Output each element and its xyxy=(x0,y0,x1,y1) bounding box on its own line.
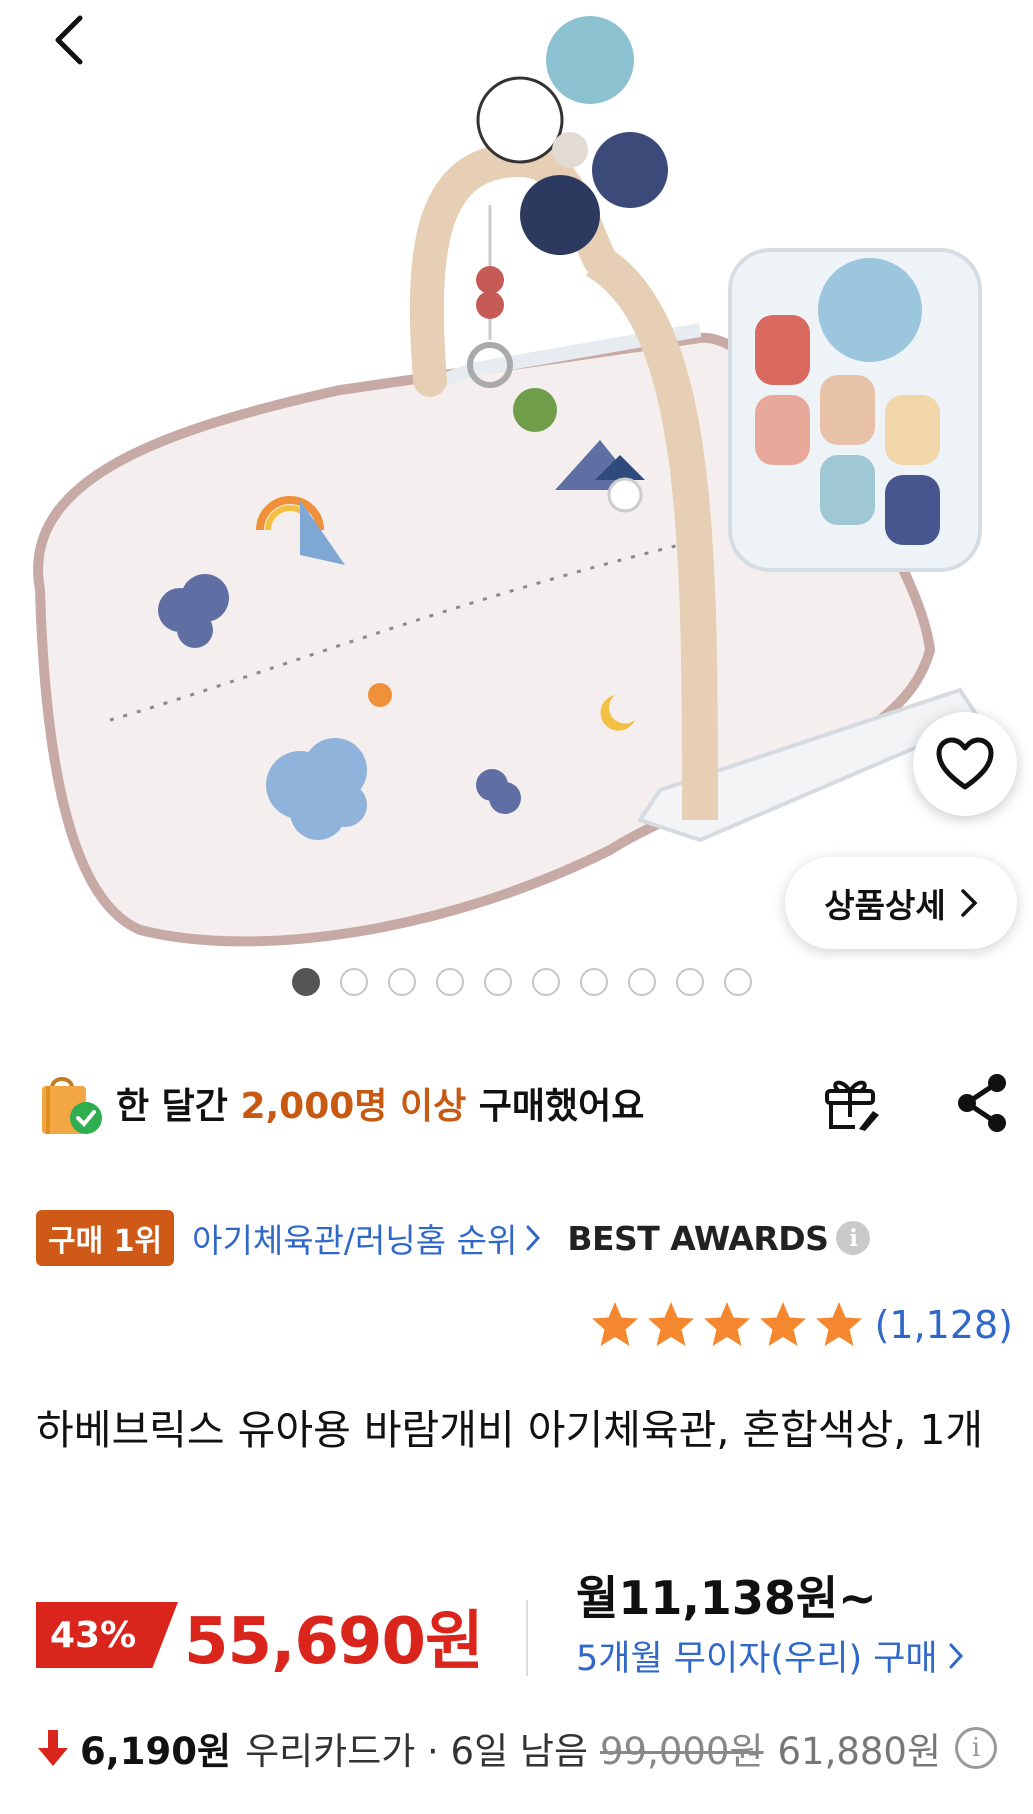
back-icon xyxy=(55,15,83,65)
gallery-dot[interactable] xyxy=(675,968,704,996)
rating-row[interactable]: (1,128) xyxy=(589,1297,1013,1353)
gallery-dot[interactable] xyxy=(723,968,752,996)
purchase-stat-highlight: 2,000명 이상 xyxy=(240,1086,467,1127)
gallery-dot[interactable] xyxy=(579,968,608,996)
gift-button[interactable] xyxy=(816,1068,886,1138)
chevron-right-icon xyxy=(526,1225,541,1251)
installment-label: 5개월 무이자(우리) 구매 xyxy=(576,1639,938,1679)
chevron-right-icon xyxy=(949,1643,963,1668)
rank-badge: 구매 1위 xyxy=(36,1210,175,1266)
chevron-right-icon xyxy=(960,889,978,917)
discount-badge: 43% xyxy=(36,1602,178,1668)
info-icon: i xyxy=(836,1221,871,1255)
purchase-stat-suffix: 구매했어요 xyxy=(466,1086,645,1127)
share-icon xyxy=(958,1074,1006,1132)
product-detail-label: 상품상세 xyxy=(824,886,946,925)
gallery-pagination xyxy=(0,968,1033,996)
gallery-dot[interactable] xyxy=(483,968,512,996)
gallery-dot[interactable] xyxy=(291,968,320,996)
product-detail-button[interactable]: 상품상세 xyxy=(785,857,1017,949)
ranking-row: 구매 1위 아기체육관/러닝홈 순위 BEST AWARDS i xyxy=(36,1208,871,1268)
gallery-dot[interactable] xyxy=(435,968,464,996)
review-count[interactable]: (1,128) xyxy=(875,1303,1013,1347)
card-discount-amount: 6,190원 xyxy=(80,1730,232,1773)
monthly-price: 월11,138원~ xyxy=(576,1571,877,1625)
best-awards-label: BEST AWARDS xyxy=(567,1218,829,1258)
card-discount-row: 6,190원 우리카드가 · 6일 남음 99,000원 61,880원 i xyxy=(36,1718,1021,1778)
share-button[interactable] xyxy=(948,1068,1018,1138)
installment-link[interactable]: 5개월 무이자(우리) 구매 xyxy=(576,1630,964,1681)
purchase-stat-text: 한 달간 2,000명 이상 구매했어요 xyxy=(116,1077,644,1129)
price-block: 43% 55,690원 월11,138원~ 5개월 무이자(우리) 구매 xyxy=(36,1571,1026,1710)
back-button[interactable] xyxy=(40,8,100,72)
product-title: 하베브릭스 유아용 바람개비 아기체육관, 혼합색상, 1개 xyxy=(36,1406,984,1454)
card-final-price: 61,880원 xyxy=(777,1730,942,1773)
best-awards[interactable]: BEST AWARDS i xyxy=(567,1218,871,1258)
shopping-bag-check-icon xyxy=(42,1077,102,1134)
gallery-dot[interactable] xyxy=(339,968,368,996)
category-ranking-link[interactable]: 아기체육관/러닝홈 순위 xyxy=(192,1214,541,1262)
sale-price: 55,690원 xyxy=(184,1605,484,1679)
purchase-stat-row: 한 달간 2,000명 이상 구매했어요 xyxy=(36,1068,1006,1138)
category-ranking-label: 아기체육관/러닝홈 순위 xyxy=(192,1221,518,1260)
product-image xyxy=(33,16,983,947)
purchase-stat-prefix: 한 달간 xyxy=(116,1086,241,1127)
star-icon xyxy=(647,1302,694,1346)
star-icon xyxy=(591,1302,638,1346)
gallery-dot[interactable] xyxy=(387,968,416,996)
star-icon xyxy=(815,1302,862,1346)
star-icon xyxy=(703,1302,750,1346)
product-image-gallery[interactable]: 상품상세 xyxy=(0,0,1033,960)
down-arrow-icon xyxy=(38,1730,68,1766)
info-icon[interactable]: i xyxy=(955,1727,998,1769)
heart-icon xyxy=(936,737,994,790)
price-divider xyxy=(526,1600,528,1676)
gift-icon xyxy=(825,1080,879,1131)
original-price: 99,000원 xyxy=(599,1730,764,1773)
card-discount-text: 우리카드가 · 6일 남음 xyxy=(245,1730,588,1773)
gallery-dot[interactable] xyxy=(627,968,656,996)
wishlist-button[interactable] xyxy=(913,712,1017,816)
gallery-dot[interactable] xyxy=(531,968,560,996)
star-icon xyxy=(759,1302,806,1346)
